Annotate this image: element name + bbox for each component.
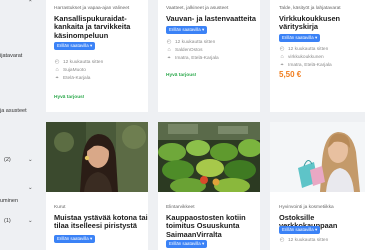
chevron-down-icon[interactable]: ⌄ bbox=[28, 157, 33, 163]
seller-name: ⌂ SaldenOstos bbox=[167, 47, 203, 53]
location: ⌖ Etelä-Karjala bbox=[55, 74, 91, 81]
card-title[interactable]: Kansallispukuraidat- kankaita ja tarvikk… bbox=[54, 14, 146, 40]
sidebar-item-living[interactable]: uminen bbox=[0, 198, 18, 204]
availability-badge[interactable]: Erillän saatavilla ▾ bbox=[54, 42, 96, 50]
listing-card[interactable]: Elintarvikkeet Kauppaostosten kotiin toi… bbox=[158, 122, 260, 250]
posted-time: ◴ 12 kuukautta sitten bbox=[166, 39, 216, 45]
listing-card[interactable]: Harrastukset ja vapaa-ajan välineet Kans… bbox=[46, 0, 148, 112]
location-pin-icon: ⌖ bbox=[55, 74, 59, 81]
clock-icon: ◴ bbox=[166, 39, 172, 45]
card-category: Kurut bbox=[54, 205, 66, 210]
shopper-photo bbox=[270, 122, 365, 192]
card-category: Elintarvikkeet bbox=[166, 205, 195, 210]
listing-card[interactable]: Hyvinvointi ja kosmetiikka Ostoksille ve… bbox=[270, 122, 365, 250]
clock-icon: ◴ bbox=[279, 46, 285, 52]
listing-page: ⌃ ijatavarat ja asusteet (2) ⌄ uminen ⌄ … bbox=[0, 0, 365, 250]
posted-time: ◴ 12 kuukautta sitten bbox=[54, 59, 104, 65]
listing-image[interactable] bbox=[270, 122, 365, 192]
listing-card[interactable]: Vaatteet, jalkineet ja asusteet Vauvan- … bbox=[158, 0, 260, 112]
card-category: Vaatteet, jalkineet ja asusteet bbox=[166, 6, 229, 11]
location: ⌖ Imatra, Etelä-Karjala bbox=[167, 54, 219, 61]
chevron-down-icon[interactable]: ⌄ bbox=[28, 218, 33, 224]
availability-badge[interactable]: Erillän saatavilla ▾ bbox=[166, 26, 208, 34]
availability-badge[interactable]: Erillän saatavilla ▾ bbox=[166, 240, 208, 248]
seller-name: ⌂ SujaMuoto bbox=[55, 67, 86, 73]
sidebar-count: (1) bbox=[4, 218, 11, 224]
chevron-down-icon[interactable]: ⌄ bbox=[28, 185, 33, 191]
user-icon: ⌂ bbox=[280, 54, 284, 60]
price: 5,50 € bbox=[279, 70, 302, 79]
clock-icon: ◴ bbox=[279, 237, 285, 243]
card-title[interactable]: Virkkukoukkusen värityskirja bbox=[279, 14, 365, 32]
card-category: Harrastukset ja vapaa-ajan välineet bbox=[54, 6, 130, 11]
card-category: Talde, käsityöt ja lahjatavarat bbox=[279, 6, 341, 11]
user-icon: ⌂ bbox=[167, 47, 171, 53]
sidebar-item-gift-goods[interactable]: ijatavarat bbox=[0, 53, 22, 59]
deal-label: Hyvä tarjous! bbox=[54, 95, 85, 100]
card-title[interactable]: Vauvan- ja lastenvaatteita bbox=[166, 14, 260, 23]
availability-badge[interactable]: Erillän saatavilla ▾ bbox=[279, 226, 321, 234]
listing-card[interactable]: Kurut Muistaa ystävää kotona tai tilaa i… bbox=[46, 122, 148, 250]
sidebar-count: (2) bbox=[4, 157, 11, 163]
chevron-up-icon[interactable]: ⌃ bbox=[28, 0, 33, 6]
produce-photo bbox=[158, 122, 260, 192]
listing-card[interactable]: Talde, käsityöt ja lahjatavarat Virkkuko… bbox=[270, 0, 365, 112]
availability-badge[interactable]: Erillän saatavilla ▾ bbox=[279, 34, 321, 42]
card-title[interactable]: Kauppaostosten kotiin toimitus Osuuskunt… bbox=[166, 213, 260, 239]
sidebar-item-clothing[interactable]: ja asusteet bbox=[0, 108, 27, 114]
portrait-photo bbox=[46, 122, 148, 192]
location: ⌖ Imatra, Etelä-Karjala bbox=[280, 61, 332, 68]
card-title[interactable]: Muistaa ystävää kotona tai tilaa itselle… bbox=[54, 213, 148, 231]
listing-image[interactable] bbox=[46, 122, 148, 192]
listing-image[interactable] bbox=[158, 122, 260, 192]
category-filter-sidebar: ⌃ ijatavarat ja asusteet (2) ⌄ uminen ⌄ … bbox=[0, 0, 40, 250]
posted-time: ◴ 12 kuukautta sitten bbox=[279, 237, 329, 243]
location-pin-icon: ⌖ bbox=[280, 61, 284, 68]
availability-badge[interactable]: Erillän saatavilla ▾ bbox=[54, 235, 96, 243]
user-icon: ⌂ bbox=[55, 67, 59, 73]
card-category: Hyvinvointi ja kosmetiikka bbox=[279, 205, 334, 210]
clock-icon: ◴ bbox=[54, 59, 60, 65]
location-pin-icon: ⌖ bbox=[167, 54, 171, 61]
posted-time: ◴ 12 kuukautta sitten bbox=[279, 46, 329, 52]
seller-name: ⌂ virkkukoukkunen bbox=[280, 54, 324, 60]
deal-label: Hyvä tarjous! bbox=[166, 73, 197, 78]
